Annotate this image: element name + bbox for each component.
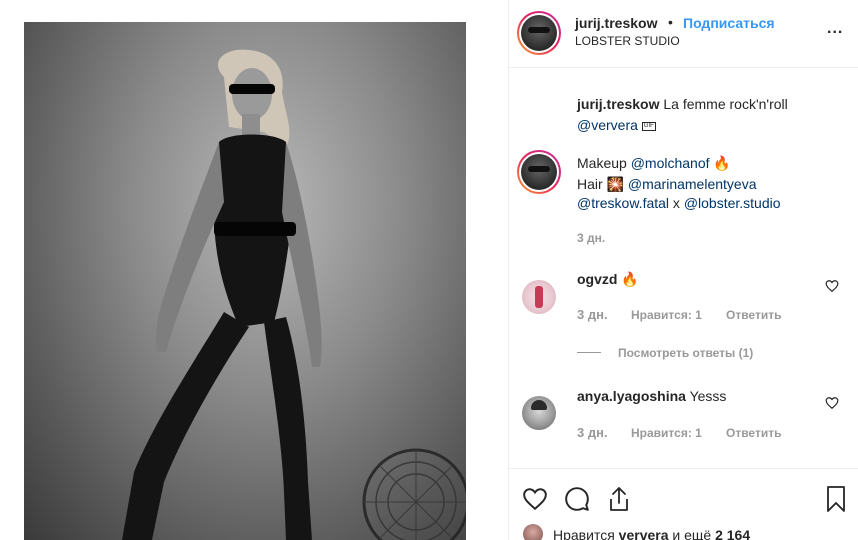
comment-username[interactable]: ogvzd <box>577 271 617 287</box>
comment-like-heart-icon[interactable] <box>825 396 839 410</box>
post-photo[interactable] <box>24 22 466 540</box>
location-link[interactable]: LOBSTER STUDIO <box>575 34 680 48</box>
comment-line: anya.lyagoshina Yesss <box>577 388 726 404</box>
reply-line-3: @treskow.fatal x @lobster.studio <box>577 195 781 211</box>
more-icon[interactable]: ... <box>827 20 843 38</box>
author-username[interactable]: jurij.treskow <box>575 15 657 31</box>
comment-text: 🔥 <box>621 271 639 287</box>
mention-link[interactable]: @marinamelentyeva <box>628 176 757 192</box>
likes-middle: и ещё <box>672 527 712 540</box>
commenter-avatar[interactable] <box>522 396 556 430</box>
view-replies-line <box>577 352 601 353</box>
photo-panel <box>0 0 508 540</box>
mention-link[interactable]: @lobster.studio <box>684 195 781 211</box>
comment-text: Yesss <box>689 388 727 404</box>
reply-author-avatar[interactable] <box>517 150 561 194</box>
view-replies-button[interactable]: Посмотреть ответы (1) <box>618 346 753 360</box>
fan-shape <box>362 448 466 540</box>
liker-username[interactable]: ververa <box>619 527 669 540</box>
likes-summary: Нравится ververa и ещё 2 164 <box>553 527 750 540</box>
comment-likes[interactable]: Нравится: 1 <box>631 308 702 322</box>
reply-line-1: Makeup @molchanof 🔥 <box>577 155 731 172</box>
comment-icon[interactable] <box>563 486 591 512</box>
reply-text: x <box>672 195 680 211</box>
comment-like-heart-icon[interactable] <box>825 279 839 293</box>
reply-button[interactable]: Ответить <box>726 426 781 440</box>
bookmark-icon[interactable] <box>825 485 847 513</box>
fire-emoji: 🔥 <box>713 155 731 171</box>
header-separator: • <box>668 14 673 30</box>
heart-icon[interactable] <box>521 486 549 512</box>
share-icon[interactable] <box>607 485 631 513</box>
caption-line-2: @ververa GIF <box>577 117 656 133</box>
likes-count[interactable]: 2 164 <box>715 527 750 540</box>
caption-mention[interactable]: @ververa <box>577 117 638 133</box>
caption-text: La femme rock'n'roll <box>663 96 788 112</box>
reply-line-2: Hair 🎇 @marinamelentyeva <box>577 176 757 193</box>
gif-badge: GIF <box>641 121 656 131</box>
reply-text: Makeup <box>577 155 627 171</box>
comment-time[interactable]: 3 дн. <box>577 307 608 322</box>
reply-button[interactable]: Ответить <box>726 308 781 322</box>
follow-button[interactable]: Подписаться <box>683 15 775 31</box>
comment-line: ogvzd 🔥 <box>577 271 639 288</box>
comment-username[interactable]: anya.lyagoshina <box>577 388 686 404</box>
likes-prefix: Нравится <box>553 527 615 540</box>
photo-figure <box>122 49 466 540</box>
caption-username[interactable]: jurij.treskow <box>577 96 659 112</box>
reply-time[interactable]: 3 дн. <box>577 231 605 245</box>
caption-line-1: jurij.treskow La femme rock'n'roll <box>577 96 788 112</box>
sparkler-emoji: 🎇 <box>606 176 624 192</box>
commenter-avatar[interactable] <box>522 280 556 314</box>
mention-link[interactable]: @molchanof <box>631 155 710 171</box>
post-header: jurij.treskow • Подписаться LOBSTER STUD… <box>509 0 858 68</box>
comment-likes[interactable]: Нравится: 1 <box>631 426 702 440</box>
author-avatar[interactable] <box>517 11 561 55</box>
mention-link[interactable]: @treskow.fatal <box>577 195 669 211</box>
liker-avatar[interactable] <box>523 524 543 540</box>
model-silhouette <box>122 49 322 540</box>
post-sidebar: jurij.treskow • Подписаться LOBSTER STUD… <box>509 0 858 540</box>
comment-time[interactable]: 3 дн. <box>577 425 608 440</box>
reply-text: Hair <box>577 176 603 192</box>
